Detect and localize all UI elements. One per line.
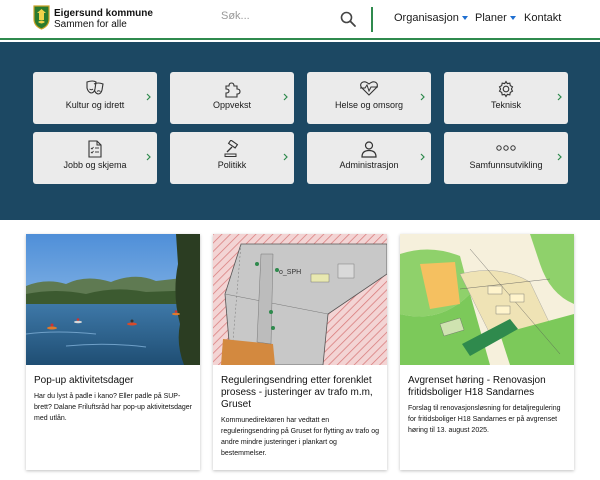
- brand[interactable]: Eigersund kommune Sammen for alle: [54, 8, 153, 30]
- tile-label: Politikk: [217, 160, 247, 170]
- tile-administrasjon[interactable]: Administrasjon: [307, 132, 431, 184]
- card-title[interactable]: Avgrenset høring - Renovasjon fritidsbol…: [408, 375, 568, 399]
- brand-name: Eigersund kommune: [54, 8, 153, 19]
- chevron-right-icon: [557, 93, 562, 101]
- lake-canoe-photo: [26, 234, 200, 365]
- person-icon: [361, 141, 377, 158]
- search-input[interactable]: Søk...: [221, 10, 250, 22]
- tile-oppvekst[interactable]: Oppvekst: [170, 72, 294, 124]
- chevron-right-icon: [283, 153, 288, 161]
- heart-pulse-icon: [360, 81, 378, 96]
- news-card-reguleringsendring-gruset[interactable]: o_SPH Reguleringsendring etter forenklet…: [213, 234, 387, 470]
- chevron-down-icon: [509, 16, 516, 21]
- tile-kultur-og-idrett[interactable]: Kultur og idrett: [33, 72, 157, 124]
- theater-masks-icon: [86, 80, 104, 95]
- gavel-icon: [224, 140, 239, 157]
- zoning-map-sandarnes: [400, 234, 574, 365]
- nav-planer-label: Planer: [475, 12, 507, 24]
- tile-label: Kultur og idrett: [65, 100, 125, 110]
- chevron-down-icon: [461, 16, 468, 21]
- header-divider: [371, 7, 373, 32]
- search-icon[interactable]: [339, 10, 357, 28]
- gear-icon: [498, 80, 514, 98]
- card-text: Har du lyst å padle i kano? Eller padle …: [34, 393, 192, 422]
- news-card-avgrenset-horing-sandarnes[interactable]: Avgrenset høring - Renovasjon fritidsbol…: [400, 234, 574, 470]
- chevron-right-icon: [146, 153, 151, 161]
- municipal-coat-of-arms-logo[interactable]: [33, 5, 50, 30]
- card-text: Kommunedirektøren har vedtatt en reguler…: [221, 417, 379, 457]
- tile-samfunnsutvikling[interactable]: Samfunnsutvikling: [444, 132, 568, 184]
- tile-helse-og-omsorg[interactable]: Helse og omsorg: [307, 72, 431, 124]
- tile-label: Jobb og skjema: [63, 160, 127, 170]
- chevron-right-icon: [146, 93, 151, 101]
- nav-organisasjon-label: Organisasjon: [394, 12, 459, 24]
- chevron-right-icon: [420, 93, 425, 101]
- tile-label: Teknisk: [490, 100, 521, 110]
- tile-teknisk[interactable]: Teknisk: [444, 72, 568, 124]
- nav-organisasjon[interactable]: Organisasjon: [394, 12, 468, 24]
- tile-label: Helse og omsorg: [334, 100, 404, 110]
- tile-jobb-og-skjema[interactable]: Jobb og skjema: [33, 132, 157, 184]
- document-checklist-icon: [88, 140, 102, 158]
- service-hero: Kultur og idrett Oppvekst Helse og omsor…: [0, 42, 600, 220]
- three-dots-icon: [496, 145, 516, 151]
- brand-slogan: Sammen for alle: [54, 19, 127, 30]
- nav-planer[interactable]: Planer: [475, 12, 516, 24]
- chevron-right-icon: [283, 93, 288, 101]
- card-text: Forslag til renovasjonsløsning for detal…: [408, 405, 561, 434]
- puzzle-icon: [225, 82, 241, 98]
- map-label: o_SPH: [279, 269, 301, 276]
- tile-label: Samfunnsutvikling: [469, 160, 543, 170]
- site-header: Eigersund kommune Sammen for alle Søk...…: [0, 0, 600, 40]
- nav-kontakt[interactable]: Kontakt: [524, 12, 561, 24]
- card-title[interactable]: Pop-up aktivitetsdager: [34, 375, 194, 387]
- tile-politikk[interactable]: Politikk: [170, 132, 294, 184]
- zoning-map-gruset: o_SPH: [213, 234, 387, 365]
- tile-label: Administrasjon: [339, 160, 399, 170]
- card-title[interactable]: Reguleringsendring etter forenklet prose…: [221, 375, 381, 411]
- nav-kontakt-label: Kontakt: [524, 12, 562, 24]
- news-card-popup-aktivitetsdager[interactable]: Pop-up aktivitetsdager Har du lyst å pad…: [26, 234, 200, 470]
- chevron-right-icon: [420, 153, 425, 161]
- chevron-right-icon: [557, 153, 562, 161]
- tile-label: Oppvekst: [212, 100, 252, 110]
